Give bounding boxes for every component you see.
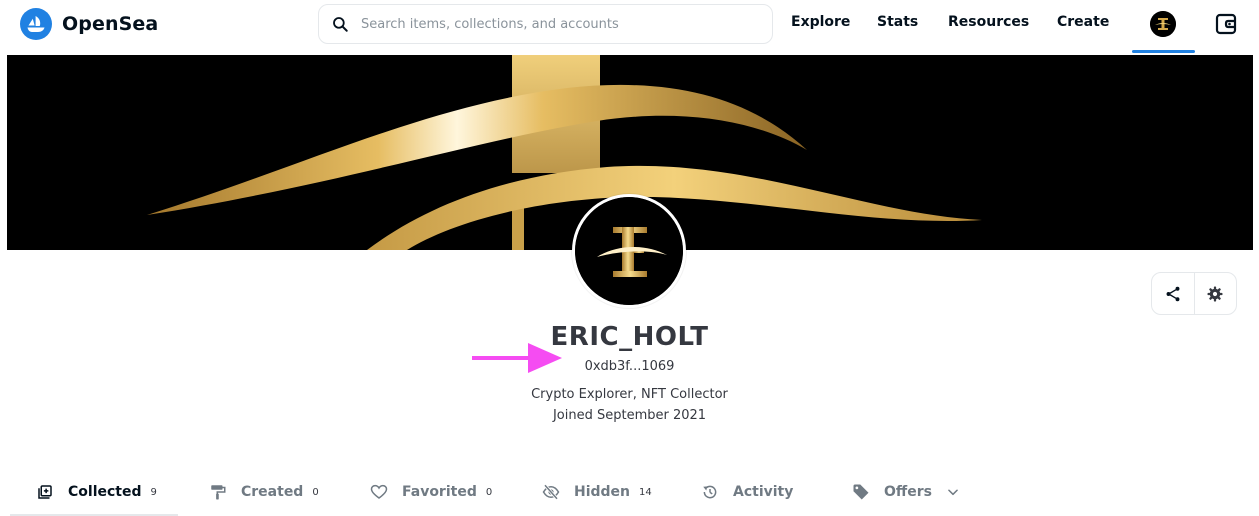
tab-hidden-count: 14	[639, 486, 652, 498]
top-navbar: OpenSea Explore Stats Resources Create	[0, 0, 1259, 53]
wallet-address[interactable]: 0xdb3f...1069	[0, 359, 1259, 374]
tab-favorited[interactable]: Favorited 0	[370, 478, 492, 506]
tab-created[interactable]: Created 0	[209, 478, 319, 506]
profile-avatar-icon[interactable]	[1150, 11, 1176, 37]
search-icon	[333, 17, 348, 32]
profile-active-indicator	[1132, 50, 1195, 53]
heart-icon	[370, 484, 388, 499]
eye-slash-icon	[542, 484, 560, 500]
collected-icon	[38, 485, 52, 499]
gear-icon	[1207, 286, 1223, 301]
nav-create[interactable]: Create	[1057, 14, 1109, 30]
tab-favorited-label: Favorited	[402, 484, 477, 500]
tag-icon	[853, 484, 869, 500]
chevron-down-icon[interactable]	[946, 485, 960, 499]
tab-collected[interactable]: Collected 9	[36, 478, 157, 506]
tab-collected-count: 9	[150, 486, 157, 498]
brand-name: OpenSea	[62, 13, 159, 35]
profile-avatar[interactable]	[572, 194, 686, 308]
tab-offers[interactable]: Offers	[852, 478, 960, 506]
settings-button[interactable]	[1193, 273, 1237, 314]
tab-created-count: 0	[312, 486, 319, 498]
joined-date: Joined September 2021	[552, 408, 707, 423]
profile-actions	[1151, 272, 1237, 315]
nav-explore[interactable]: Explore	[791, 14, 850, 30]
paint-roller-icon	[211, 485, 226, 500]
wallet-icon[interactable]	[1214, 12, 1238, 36]
history-icon	[703, 485, 717, 499]
share-button[interactable]	[1152, 273, 1194, 314]
brand-logo-link[interactable]: OpenSea	[20, 8, 158, 40]
search-bar[interactable]	[318, 4, 773, 44]
tab-activity[interactable]: Activity	[701, 478, 793, 506]
nav-stats[interactable]: Stats	[877, 14, 918, 30]
tab-activity-label: Activity	[733, 484, 794, 500]
opensea-logo-icon	[20, 8, 52, 40]
profile-bio: Crypto Explorer, NFT Collector	[531, 387, 728, 402]
tab-created-label: Created	[241, 484, 304, 500]
annotation-arrow	[472, 343, 562, 373]
tab-hidden[interactable]: Hidden 14	[542, 478, 652, 506]
profile-username: ERIC_HOLT	[550, 322, 709, 352]
nav-resources[interactable]: Resources	[948, 14, 1029, 30]
tab-collected-label: Collected	[68, 484, 142, 500]
tab-offers-label: Offers	[884, 484, 932, 500]
tab-hidden-label: Hidden	[574, 484, 631, 500]
share-icon	[1166, 286, 1180, 301]
tab-favorited-count: 0	[485, 486, 493, 498]
search-input[interactable]	[359, 15, 759, 33]
